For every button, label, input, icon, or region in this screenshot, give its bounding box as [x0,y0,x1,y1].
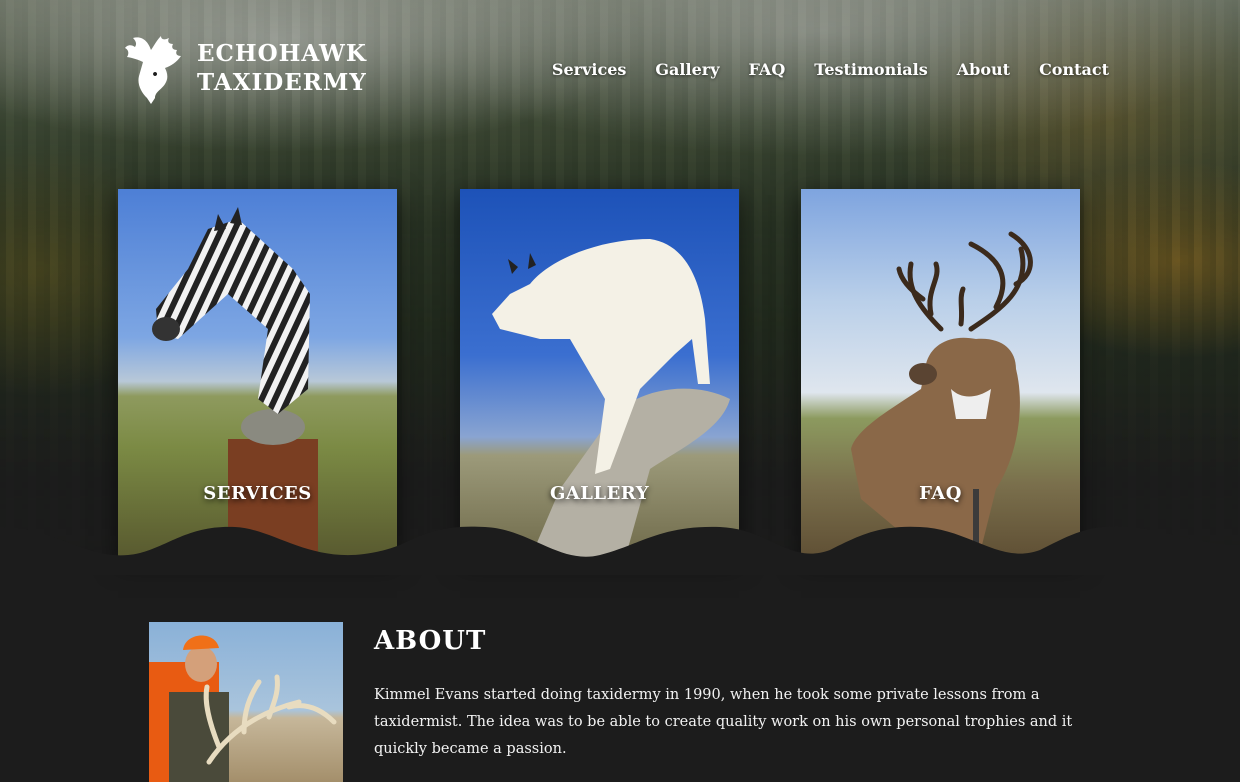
brand-line-1: ECHOHAWK [197,40,367,67]
nav-faq[interactable]: FAQ [748,60,785,79]
hunter-photo-illustration [149,635,337,782]
about-paragraph: Kimmel Evans started doing taxidermy in … [374,687,1073,757]
decorative-wave-divider [0,526,1240,575]
nav-services[interactable]: Services [552,60,626,79]
nav-contact[interactable]: Contact [1039,60,1109,79]
brand-name: ECHOHAWK TAXIDERMY [197,39,367,97]
nav-about[interactable]: About [957,60,1010,79]
card-faq-label: FAQ [919,483,962,504]
main-navigation: Services Gallery FAQ Testimonials About … [552,60,1109,79]
card-gallery[interactable]: GALLERY [460,189,739,559]
card-faq[interactable]: FAQ [801,189,1080,559]
moose-head-icon [125,36,181,104]
card-services-label: SERVICES [203,483,312,504]
card-services[interactable]: SERVICES [118,189,397,559]
site-logo[interactable]: ECHOHAWK TAXIDERMY [121,32,367,104]
nav-testimonials[interactable]: Testimonials [814,60,928,79]
card-gallery-label: GALLERY [549,483,650,504]
about-photo [149,622,343,782]
brand-line-2: TAXIDERMY [197,69,367,96]
nav-gallery[interactable]: Gallery [655,60,719,79]
about-heading: ABOUT [374,626,487,656]
